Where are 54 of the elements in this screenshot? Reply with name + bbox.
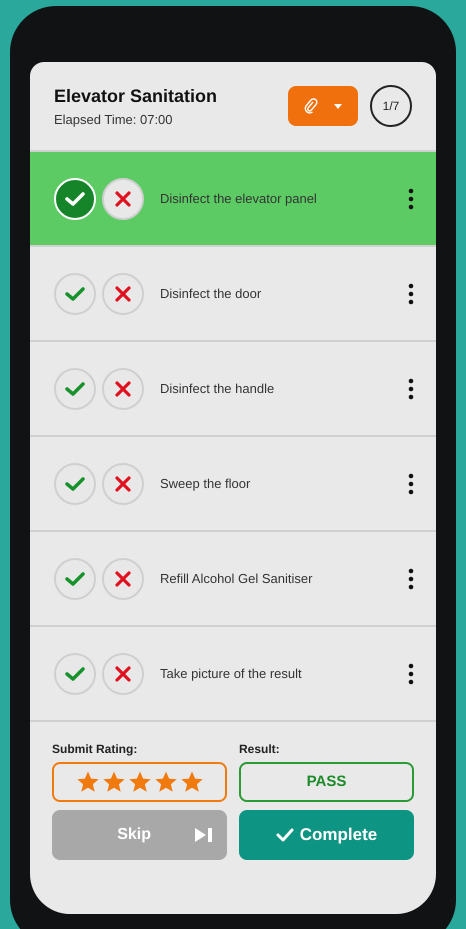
task-label: Disinfect the door xyxy=(160,284,262,303)
check-button[interactable] xyxy=(54,462,96,504)
result-value: PASS xyxy=(239,762,414,802)
more-options-icon[interactable] xyxy=(408,188,414,210)
reject-button[interactable] xyxy=(102,368,144,410)
check-button[interactable] xyxy=(54,272,96,314)
reject-button[interactable] xyxy=(102,652,144,694)
paperclip-icon xyxy=(304,98,318,114)
checkmark-icon xyxy=(65,476,85,492)
close-icon xyxy=(115,476,131,492)
reject-button[interactable] xyxy=(102,178,144,220)
task-label: Sweep the floor xyxy=(160,474,252,493)
close-icon xyxy=(115,286,131,302)
star-icon[interactable] xyxy=(154,770,178,794)
attachment-dropdown-button[interactable] xyxy=(288,86,358,126)
task-label: Disinfect the elevator panel xyxy=(160,190,318,208)
more-options-icon[interactable] xyxy=(408,662,414,684)
more-options-icon[interactable] xyxy=(408,472,414,494)
checkmark-icon xyxy=(276,828,294,842)
checkmark-icon xyxy=(65,570,85,586)
checkmark-icon xyxy=(65,380,85,396)
task-row[interactable]: Disinfect the elevator panel xyxy=(30,152,436,247)
star-icon[interactable] xyxy=(180,770,204,794)
more-options-icon[interactable] xyxy=(408,568,414,590)
caret-icon xyxy=(334,104,342,108)
complete-button[interactable]: Complete xyxy=(239,810,414,860)
skip-forward-icon xyxy=(195,828,213,842)
checkmark-icon xyxy=(65,666,85,682)
close-icon xyxy=(115,570,131,586)
check-button[interactable] xyxy=(54,368,96,410)
star-rating[interactable] xyxy=(76,770,204,794)
result-label: Result: xyxy=(239,741,281,758)
checklist-title: Elevator Sanitation xyxy=(54,84,218,108)
task-label: Refill Alcohol Gel Sanitiser xyxy=(160,570,314,588)
star-icon[interactable] xyxy=(76,770,100,794)
check-button[interactable] xyxy=(54,652,96,694)
star-icon[interactable] xyxy=(102,770,126,794)
reject-button[interactable] xyxy=(102,272,144,314)
reject-button[interactable] xyxy=(102,558,144,600)
close-icon xyxy=(115,190,131,206)
checkmark-icon xyxy=(65,286,85,302)
reject-button[interactable] xyxy=(102,462,144,504)
close-icon xyxy=(115,666,131,682)
more-options-icon[interactable] xyxy=(408,378,414,400)
check-button[interactable] xyxy=(54,558,96,600)
checkmark-icon xyxy=(65,190,85,206)
star-icon[interactable] xyxy=(128,770,152,794)
elapsed-time: Elapsed Time: 07:00 xyxy=(54,110,174,129)
task-label: Take picture of the result xyxy=(160,664,303,683)
close-icon xyxy=(115,380,131,396)
rating-label: Submit Rating: xyxy=(52,741,138,758)
step-counter: 1/7 xyxy=(370,85,412,127)
task-label: Disinfect the handle xyxy=(160,380,276,398)
more-options-icon[interactable] xyxy=(408,282,414,304)
